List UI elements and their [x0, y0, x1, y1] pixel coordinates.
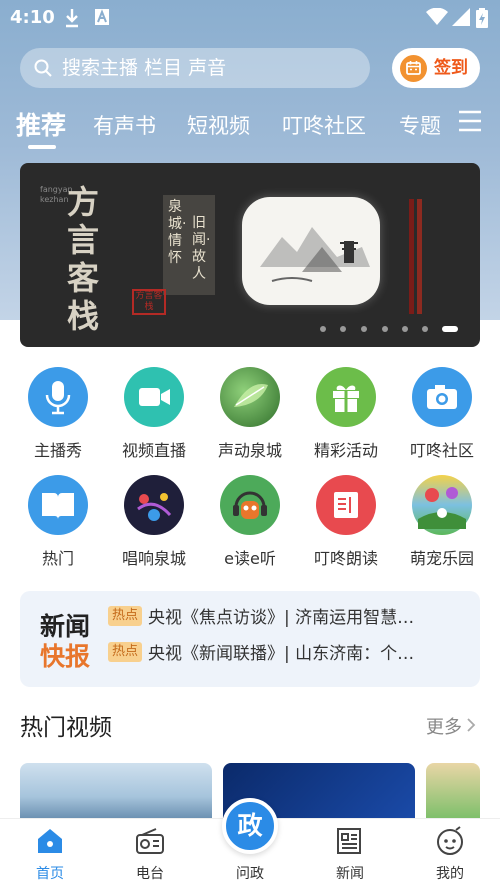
- category-tabs: 推荐 有声书 短视频 叮咚社区 专题: [0, 104, 500, 148]
- grid-label: 声动泉城: [217, 441, 282, 460]
- carousel-dot[interactable]: [382, 326, 388, 332]
- banner-pinyin: fangyan kezhan: [40, 185, 73, 204]
- grid-item-hot[interactable]: 热门: [11, 475, 105, 575]
- signin-button[interactable]: 签到: [392, 48, 480, 88]
- grid-item-anchor-show[interactable]: 主播秀: [11, 367, 105, 467]
- news-item[interactable]: 热点 央视《焦点访谈》| 济南运用智慧…: [108, 605, 468, 631]
- hot-badge: 热点: [108, 642, 143, 662]
- news-item[interactable]: 热点 央视《新闻联播》| 山东济南：个…: [108, 641, 468, 667]
- grid-item-pet-park[interactable]: 萌宠乐园: [395, 475, 489, 575]
- video-thumbnail[interactable]: [20, 763, 212, 819]
- banner-caption-2: 旧闻·故人: [192, 215, 211, 282]
- grid-label: 热门: [41, 549, 74, 568]
- grid-item-eread-elisten[interactable]: e读e听: [203, 475, 297, 575]
- video-camera-icon: [124, 367, 184, 427]
- tab-dingdong-community[interactable]: 叮咚社区: [282, 110, 366, 140]
- grid-label: 叮咚社区: [409, 441, 474, 460]
- tab-topics[interactable]: 专题: [399, 110, 441, 140]
- news-headline: 央视《焦点访谈》| 济南运用智慧…: [148, 608, 415, 628]
- camera-icon: [412, 367, 472, 427]
- newspaper-icon: [337, 828, 361, 854]
- banner-carousel[interactable]: fangyan kezhan 方言客栈 泉城·情怀 旧闻·故人 方言客栈: [20, 163, 480, 347]
- status-time: 4:10: [10, 7, 55, 28]
- leaf-image-icon: [220, 367, 280, 427]
- microphone-icon: [28, 367, 88, 427]
- grid-label: 视频直播: [121, 441, 186, 460]
- menu-icon[interactable]: [458, 110, 482, 132]
- more-link[interactable]: 更多: [426, 713, 477, 739]
- grid-label: 主播秀: [33, 441, 82, 460]
- news-title-2: 快报: [40, 642, 91, 671]
- grid-item-sing-city[interactable]: 唱响泉城: [107, 475, 201, 575]
- news-flash-card[interactable]: 新闻 快报 热点 央视《焦点访谈》| 济南运用智慧… 热点 央视《新闻联播》| 山东…: [20, 591, 480, 687]
- tab-short-video[interactable]: 短视频: [187, 110, 250, 140]
- banner-title: 方言客栈: [67, 183, 100, 335]
- home-icon: [38, 829, 62, 853]
- more-label: 更多: [426, 717, 462, 738]
- grid-label: 叮咚朗读: [313, 549, 378, 568]
- wifi-icon: [426, 8, 448, 25]
- radio-icon: [136, 828, 164, 854]
- tab-audiobook[interactable]: 有声书: [93, 110, 156, 140]
- banner-seal: 方言客栈: [132, 289, 166, 315]
- banner-caption-1: 泉城·情怀: [168, 199, 187, 266]
- hot-badge: 热点: [108, 606, 143, 626]
- cartoon-scene-icon: [412, 475, 472, 535]
- gov-icon[interactable]: 政: [222, 798, 278, 854]
- banner-plate-image: [242, 197, 380, 305]
- grid-item-activities[interactable]: 精彩活动: [299, 367, 393, 467]
- grid-item-sound-city[interactable]: 声动泉城: [203, 367, 297, 467]
- grid-label: e读e听: [224, 549, 276, 568]
- carousel-dot[interactable]: [361, 326, 367, 332]
- tab-recommend[interactable]: 推荐: [16, 106, 66, 142]
- calendar-icon: [400, 55, 427, 82]
- nav-label: 电台: [136, 866, 164, 882]
- tab-indicator: [28, 145, 56, 149]
- grid-item-community[interactable]: 叮咚社区: [395, 367, 489, 467]
- status-bar: 4:10: [0, 0, 500, 36]
- carousel-dot[interactable]: [422, 326, 428, 332]
- carousel-dot[interactable]: [402, 326, 408, 332]
- carousel-dot[interactable]: [340, 326, 346, 332]
- chevron-right-icon: [467, 718, 476, 732]
- gift-icon: [316, 367, 376, 427]
- nav-label: 新闻: [336, 866, 364, 882]
- nav-profile[interactable]: 我的: [400, 819, 500, 888]
- nav-label: 我的: [436, 866, 464, 882]
- nav-news[interactable]: 新闻: [300, 819, 400, 888]
- sing-logo-icon: [124, 475, 184, 535]
- grid-label: 唱响泉城: [121, 549, 186, 568]
- news-headline: 央视《新闻联播》| 山东济南：个…: [148, 644, 415, 664]
- video-thumbnail[interactable]: [426, 763, 480, 819]
- search-icon: [34, 59, 52, 77]
- download-icon: [66, 9, 78, 28]
- signal-icon: [452, 8, 470, 26]
- headphones-owl-icon: [220, 475, 280, 535]
- grid-item-dingdong-reading[interactable]: 叮咚朗读: [299, 475, 393, 575]
- nav-label: 问政: [236, 866, 264, 882]
- signin-label: 签到: [434, 58, 468, 78]
- battery-icon: [476, 8, 488, 28]
- carousel-dot[interactable]: [320, 326, 326, 332]
- nav-radio[interactable]: 电台: [100, 819, 200, 888]
- nav-home[interactable]: 首页: [0, 819, 100, 888]
- chopstick-right: [417, 199, 422, 314]
- search-placeholder: 搜索主播 栏目 声音: [62, 57, 227, 79]
- book-icon: [28, 475, 88, 535]
- grid-item-live-video[interactable]: 视频直播: [107, 367, 201, 467]
- grid-label: 萌宠乐园: [409, 549, 474, 568]
- open-book-icon: [316, 475, 376, 535]
- app-notification-icon: [95, 9, 109, 25]
- chopstick-left: [409, 199, 414, 314]
- search-input[interactable]: 搜索主播 栏目 声音: [20, 48, 370, 88]
- nav-label: 首页: [36, 866, 64, 882]
- face-icon: [437, 826, 463, 855]
- hot-videos-title: 热门视频: [20, 715, 112, 741]
- carousel-dot-active[interactable]: [442, 326, 458, 332]
- grid-label: 精彩活动: [313, 441, 378, 460]
